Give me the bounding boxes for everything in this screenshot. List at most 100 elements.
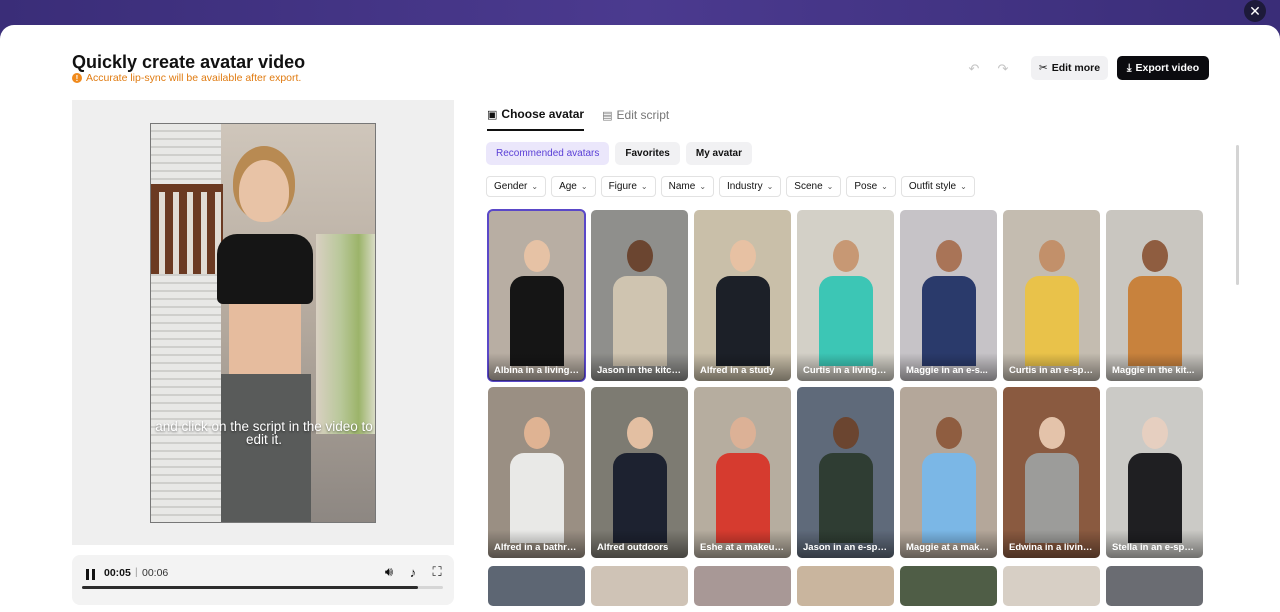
clothes-rack <box>316 234 375 434</box>
avatar-midriff <box>229 304 301 374</box>
avatar-card[interactable]: Jason in an e-spo... <box>797 387 894 558</box>
lip-sync-warning: ! Accurate lip-sync will be available af… <box>72 72 301 84</box>
avatar-card[interactable] <box>488 566 585 606</box>
progress-fill <box>82 586 418 589</box>
pill-favorites[interactable]: Favorites <box>615 142 680 165</box>
filter-age[interactable]: Age ⌄ <box>551 176 596 197</box>
avatar-pants <box>221 374 311 522</box>
avatar-card[interactable]: Eshe at a makeup... <box>694 387 791 558</box>
script-icon: ▤ <box>602 109 613 122</box>
avatar-card-label: Eshe at a makeup... <box>694 530 791 558</box>
avatar-top <box>217 234 313 304</box>
avatar-card[interactable]: Maggie at a make... <box>900 387 997 558</box>
avatar-thumbnail-head <box>833 240 859 272</box>
avatar-card[interactable]: Curtis in a living r... <box>797 210 894 381</box>
scrollbar[interactable] <box>1236 145 1239 285</box>
volume-icon[interactable]: 🔊︎ <box>381 564 397 580</box>
tiktok-icon[interactable]: ♪ <box>405 564 421 580</box>
avatar-thumbnail-head <box>524 417 550 449</box>
avatar-card-label: Alfred in a study <box>694 353 791 381</box>
close-icon[interactable]: ✕ <box>1244 0 1266 22</box>
avatar-card[interactable]: Jason in the kitch... <box>591 210 688 381</box>
avatar-card[interactable] <box>797 566 894 606</box>
avatar-card-label: Stella in an e-spo... <box>1106 530 1203 558</box>
filter-label: Scene <box>794 181 823 192</box>
chair <box>151 184 223 274</box>
filter-bar: Gender ⌄ Age ⌄ Figure ⌄ Name ⌄ Industry ⌄ Sce… <box>486 176 975 197</box>
avatar-card-label: Curtis in a living r... <box>797 353 894 381</box>
avatar-thumbnail-head <box>1039 240 1065 272</box>
avatar-card[interactable]: Alfred in a study <box>694 210 791 381</box>
scissors-icon: ✂ <box>1038 62 1048 74</box>
avatar-card-label: Maggie at a make... <box>900 530 997 558</box>
avatar-grid-partial-row <box>488 566 1204 606</box>
total-time: 00:06 <box>142 567 169 579</box>
avatar-card[interactable] <box>900 566 997 606</box>
pill-my-avatar[interactable]: My avatar <box>685 142 752 165</box>
avatar-card[interactable] <box>1003 566 1100 606</box>
avatar-thumbnail-head <box>730 240 756 272</box>
progress-bar[interactable] <box>82 586 443 589</box>
avatar-card[interactable]: Albina in a living r... <box>487 209 586 382</box>
panel-tabs: ▣ Choose avatar ▤ Edit script <box>487 107 669 131</box>
page-title: Quickly create avatar video <box>72 52 306 72</box>
avatar-card[interactable]: Stella in an e-spo... <box>1106 387 1203 558</box>
video-caption[interactable]: and click on the script in the video to … <box>151 420 375 447</box>
warning-text: Accurate lip-sync will be available afte… <box>86 72 302 84</box>
filter-label: Outfit style <box>908 181 957 192</box>
filter-scene[interactable]: Scene ⌄ <box>786 176 842 197</box>
avatar-card[interactable] <box>1106 566 1203 606</box>
avatar-card[interactable]: Edwina in a living ... <box>1003 387 1100 558</box>
avatar-card-label: Maggie in an e-s... <box>900 353 997 381</box>
avatar-card[interactable]: Curtis in an e-spo... <box>1003 210 1100 381</box>
filter-label: Pose <box>854 181 878 192</box>
export-label: Export video <box>1135 62 1200 74</box>
avatar-grid: Albina in a living r... Jason in the kitc… <box>487 209 1204 558</box>
avatar-video-dialog: Quickly create avatar video ! Accurate l… <box>0 25 1280 612</box>
filter-label: Age <box>559 181 577 192</box>
edit-more-button[interactable]: ✂ Edit more <box>1031 56 1108 80</box>
fullscreen-icon[interactable]: ⛶ <box>429 564 445 580</box>
video-frame[interactable]: and click on the script in the video to … <box>150 123 376 523</box>
filter-pose[interactable]: Pose ⌄ <box>846 176 896 197</box>
undo-icon[interactable]: ↶ <box>966 61 982 77</box>
filter-outfit-style[interactable]: Outfit style ⌄ <box>900 176 975 197</box>
chevron-down-icon: ⌄ <box>881 182 888 191</box>
chevron-down-icon: ⌄ <box>531 182 539 191</box>
avatar-card[interactable]: Maggie in an e-s... <box>900 210 997 381</box>
chevron-down-icon: ⌄ <box>580 182 588 191</box>
avatar-card[interactable]: Maggie in the kit... <box>1106 210 1203 381</box>
avatar-thumbnail-head <box>730 417 756 449</box>
current-time: 00:05 <box>104 567 131 579</box>
tab-choose-avatar[interactable]: ▣ Choose avatar <box>487 107 585 131</box>
chevron-down-icon: ⌄ <box>766 182 774 191</box>
filter-name[interactable]: Name ⌄ <box>660 176 715 197</box>
avatar-thumbnail-head <box>936 417 962 449</box>
edit-more-label: Edit more <box>1051 62 1101 74</box>
avatar-card-label: Alfred outdoors <box>591 530 688 558</box>
filter-industry[interactable]: Industry ⌄ <box>719 176 782 197</box>
filter-gender[interactable]: Gender ⌄ <box>486 176 547 197</box>
chevron-down-icon: ⌄ <box>826 182 834 191</box>
avatar-head <box>239 160 289 222</box>
filter-figure[interactable]: Figure ⌄ <box>600 176 656 197</box>
filter-label: Name <box>668 181 696 192</box>
avatar-card-label: Jason in an e-spo... <box>797 530 894 558</box>
video-preview: and click on the script in the video to … <box>72 100 454 545</box>
avatar-card-label: Albina in a living r... <box>488 353 585 381</box>
pause-icon[interactable] <box>83 567 97 581</box>
avatar-card[interactable] <box>591 566 688 606</box>
avatar-card[interactable]: Alfred outdoors <box>591 387 688 558</box>
avatar-card[interactable] <box>694 566 791 606</box>
download-icon: ⤓ <box>1126 61 1132 74</box>
avatar-thumbnail-head <box>1142 240 1168 272</box>
filter-label: Figure <box>608 181 637 192</box>
chevron-down-icon: ⌄ <box>699 182 707 191</box>
redo-icon[interactable]: ↷ <box>995 61 1011 77</box>
tab-edit-script[interactable]: ▤ Edit script <box>602 107 669 131</box>
pill-recommended-avatars[interactable]: Recommended avatars <box>486 142 610 165</box>
avatar-card[interactable]: Alfred in a bathro... <box>488 387 585 558</box>
avatar-card-label: Edwina in a living ... <box>1003 530 1100 558</box>
export-video-button[interactable]: ⤓ Export video <box>1117 56 1209 80</box>
avatar-thumbnail-head <box>936 240 962 272</box>
